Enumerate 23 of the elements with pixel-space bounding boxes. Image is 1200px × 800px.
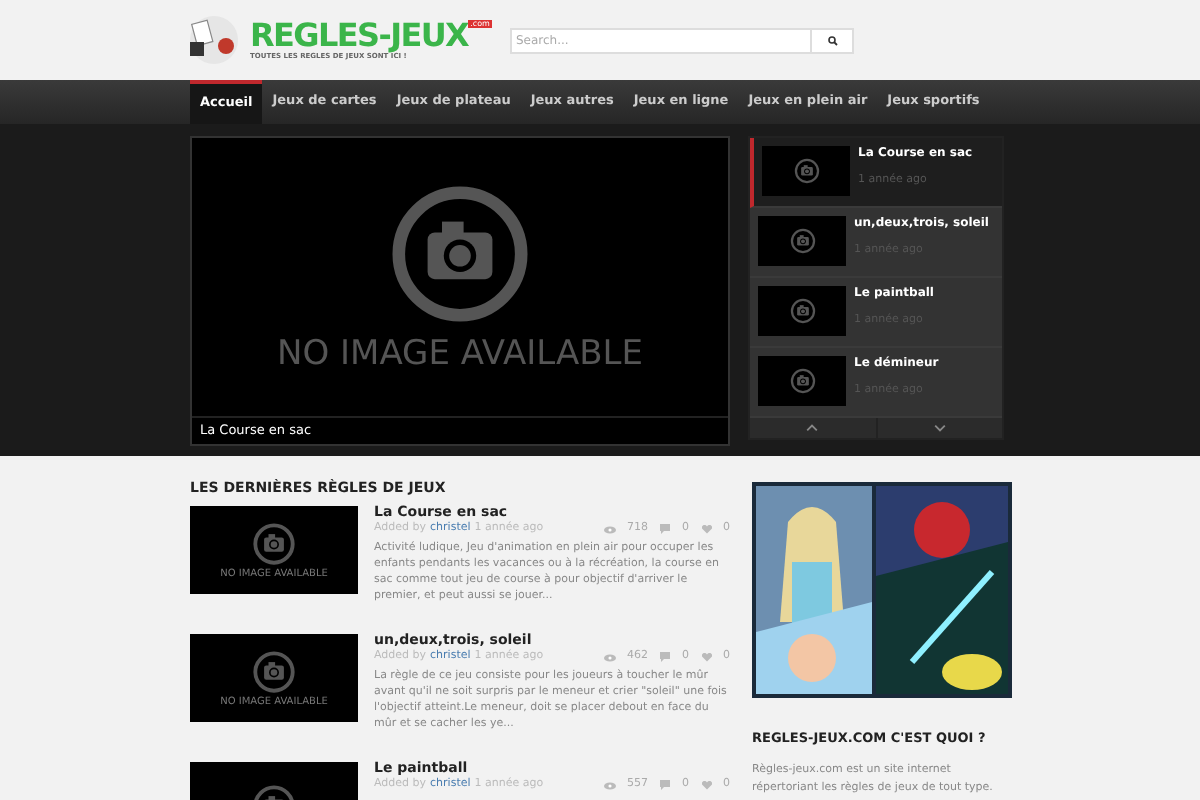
search-icon — [827, 35, 837, 45]
camera-icon — [793, 158, 819, 184]
camera-icon — [252, 521, 296, 565]
eye-icon — [603, 653, 615, 662]
camera-icon — [789, 228, 815, 254]
camera-icon — [388, 182, 532, 326]
camera-icon — [789, 298, 815, 324]
comment-icon — [660, 780, 670, 791]
eye-icon — [603, 781, 615, 790]
chevron-up-icon[interactable] — [806, 424, 819, 432]
heart-icon — [701, 524, 711, 535]
placeholder-text: NO IMAGE AVAILABLE — [277, 338, 643, 372]
cards-dice-logo-icon — [184, 14, 244, 66]
heart-icon — [701, 652, 711, 663]
comment-icon — [660, 524, 670, 535]
search-button[interactable] — [812, 27, 854, 53]
eye-icon — [603, 525, 615, 534]
camera-icon — [789, 368, 815, 394]
camera-icon — [252, 649, 296, 693]
heart-icon — [701, 780, 711, 791]
chevron-down-icon[interactable] — [933, 424, 946, 432]
logo-wordmark: REGLES-JEUX — [250, 19, 469, 52]
comment-icon — [660, 652, 670, 663]
